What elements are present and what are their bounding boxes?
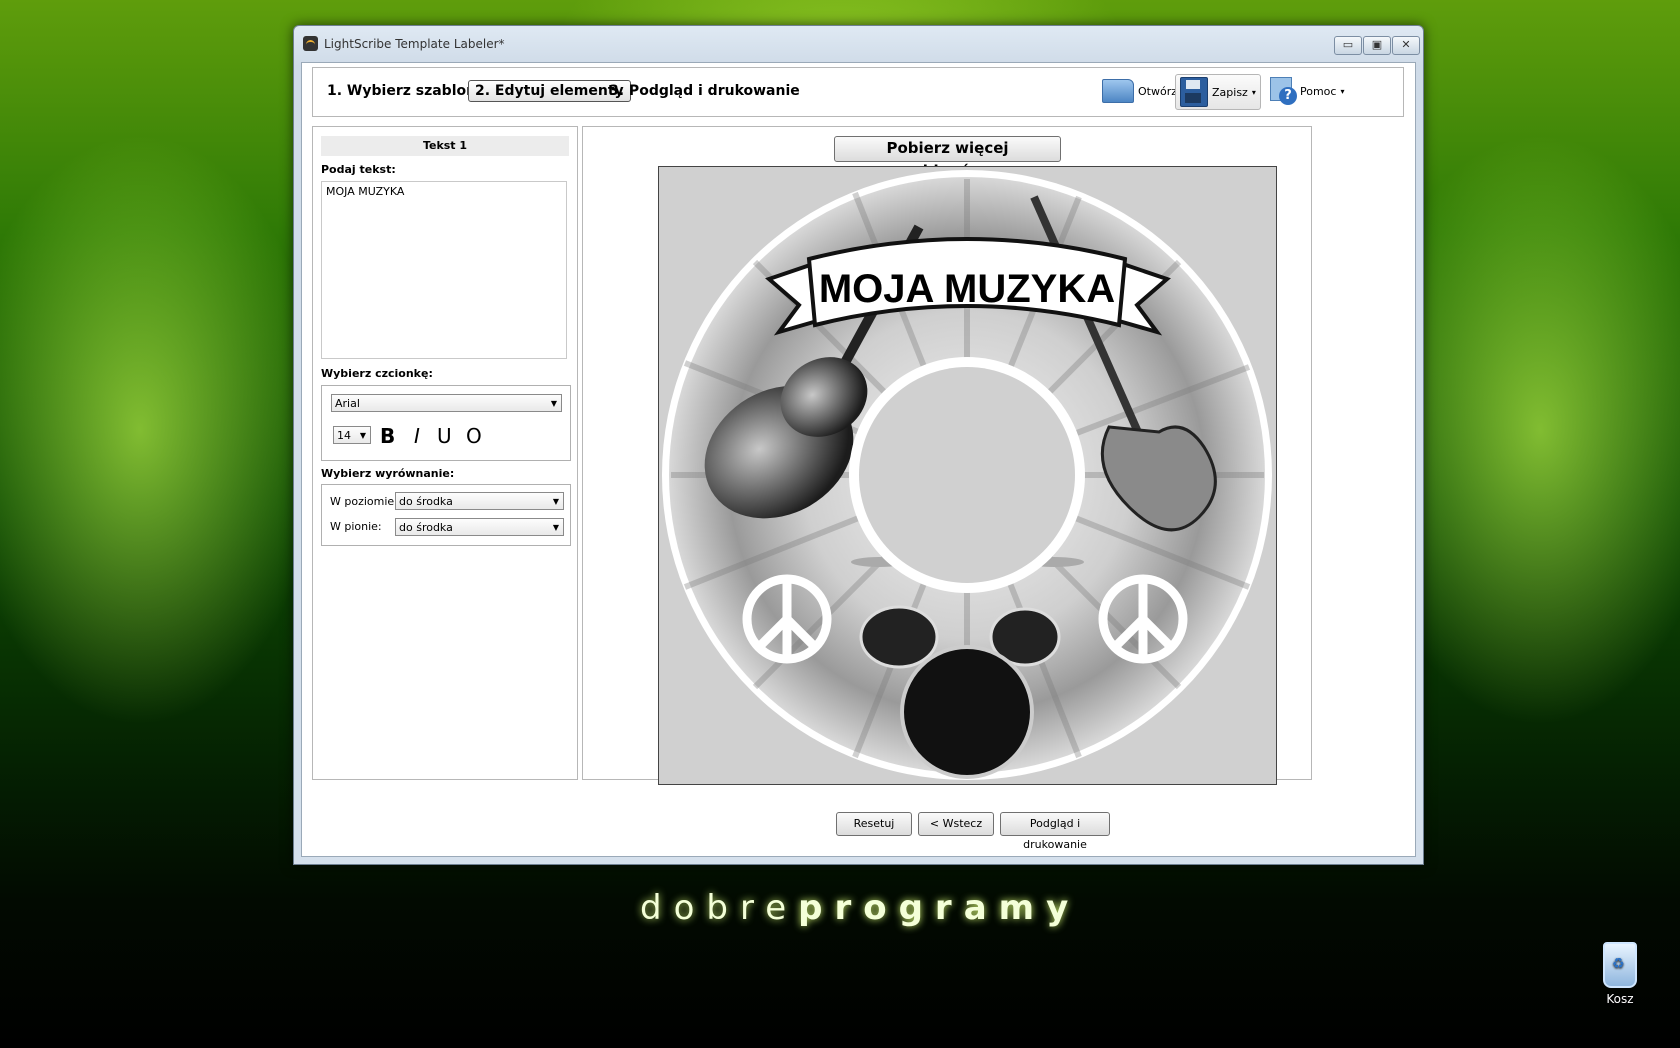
disc-label-svg: MOJA MUZYKA (662, 170, 1272, 780)
lightscribe-app-icon (303, 36, 318, 51)
app-window: LightScribe Template Labeler* ▭ ▣ ✕ 1. W… (293, 25, 1424, 865)
disc-preview-canvas[interactable]: MOJA MUZYKA (658, 166, 1277, 785)
title-bar[interactable]: LightScribe Template Labeler* ▭ ▣ ✕ (294, 26, 1423, 62)
client-area: 1. Wybierz szablon 2. Edytuj elementy 3.… (301, 62, 1416, 857)
italic-button[interactable]: I (414, 425, 420, 447)
alignment-box: W poziomie: do środka ▼ W pionie: do śro… (321, 484, 571, 546)
help-dropdown-icon[interactable]: ▾ (1340, 87, 1344, 96)
recycle-bin-icon: ♻ (1603, 942, 1637, 988)
step-preview-print[interactable]: 3. Podgląd i drukowanie (603, 81, 806, 101)
brand-light: dobre (640, 888, 799, 928)
recycle-bin-label: Kosz (1606, 992, 1634, 1006)
preview-print-button[interactable]: Podgląd i drukowanie (1000, 812, 1110, 851)
alignment-label: Wybierz wyrównanie: (321, 467, 455, 480)
font-size-select[interactable]: 14 ▼ (333, 426, 371, 444)
underline-button[interactable]: U (437, 425, 452, 447)
section-title: Tekst 1 (321, 136, 569, 156)
font-label: Wybierz czcionkę: (321, 367, 433, 380)
help-button[interactable]: ? Pomoc ▾ (1266, 74, 1348, 108)
font-family-value: Arial (335, 397, 360, 410)
wizard-step-bar: 1. Wybierz szablon 2. Edytuj elementy 3.… (312, 67, 1404, 117)
folder-icon (1102, 79, 1134, 103)
horizontal-align-value: do środka (399, 495, 453, 508)
vertical-align-select[interactable]: do środka ▼ (395, 518, 564, 536)
chevron-down-icon: ▼ (359, 431, 366, 440)
font-family-select[interactable]: Arial ▼ (331, 394, 562, 412)
step-choose-template[interactable]: 1. Wybierz szablon (321, 81, 482, 101)
chevron-down-icon: ▼ (550, 399, 557, 408)
open-label: Otwórz (1138, 84, 1177, 98)
disc-title-text[interactable]: MOJA MUZYKA (819, 267, 1115, 311)
back-button[interactable]: < Wstecz (918, 812, 994, 836)
desktop-recycle-bin[interactable]: ♻ Kosz (1596, 942, 1644, 1006)
save-label: Zapisz (1212, 85, 1248, 99)
open-button[interactable]: Otwórz (1098, 74, 1181, 108)
help-icon: ? (1270, 77, 1297, 105)
font-size-value: 14 (337, 429, 351, 442)
vertical-label: W pionie: (330, 520, 382, 533)
text-properties-panel: Tekst 1 Podaj tekst: MOJA MUZYKA Wybierz… (312, 126, 578, 780)
help-label: Pomoc (1300, 84, 1337, 98)
vertical-align-value: do środka (399, 521, 453, 534)
text-input-label: Podaj tekst: (321, 163, 396, 176)
horizontal-align-select[interactable]: do środka ▼ (395, 492, 564, 510)
get-more-templates-button[interactable]: Pobierz więcej szablonów... (834, 136, 1061, 180)
font-settings-box: Arial ▼ 14 ▼ B I U O (321, 385, 571, 461)
floppy-disk-icon (1180, 77, 1208, 107)
brand-bold: programy (798, 888, 1081, 928)
horizontal-label: W poziomie: (330, 495, 398, 508)
preview-panel: Pobierz więcej szablonów... (582, 126, 1312, 851)
chevron-down-icon: ▼ (552, 497, 559, 506)
maximize-button[interactable]: ▣ (1363, 36, 1391, 55)
save-button[interactable]: Zapisz ▾ (1175, 74, 1261, 110)
reset-button[interactable]: Resetuj (836, 812, 912, 836)
desktop-brand-logo: dobreprogramy (640, 888, 1080, 928)
minimize-button[interactable]: ▭ (1334, 36, 1362, 55)
text-input[interactable]: MOJA MUZYKA (321, 181, 567, 359)
chevron-down-icon: ▼ (552, 523, 559, 532)
outline-button[interactable]: O (466, 425, 482, 447)
close-button[interactable]: ✕ (1392, 36, 1420, 55)
save-dropdown-icon[interactable]: ▾ (1252, 88, 1256, 97)
bold-button[interactable]: B (380, 425, 395, 447)
center-hole (849, 357, 1085, 593)
window-title: LightScribe Template Labeler* (324, 37, 505, 51)
